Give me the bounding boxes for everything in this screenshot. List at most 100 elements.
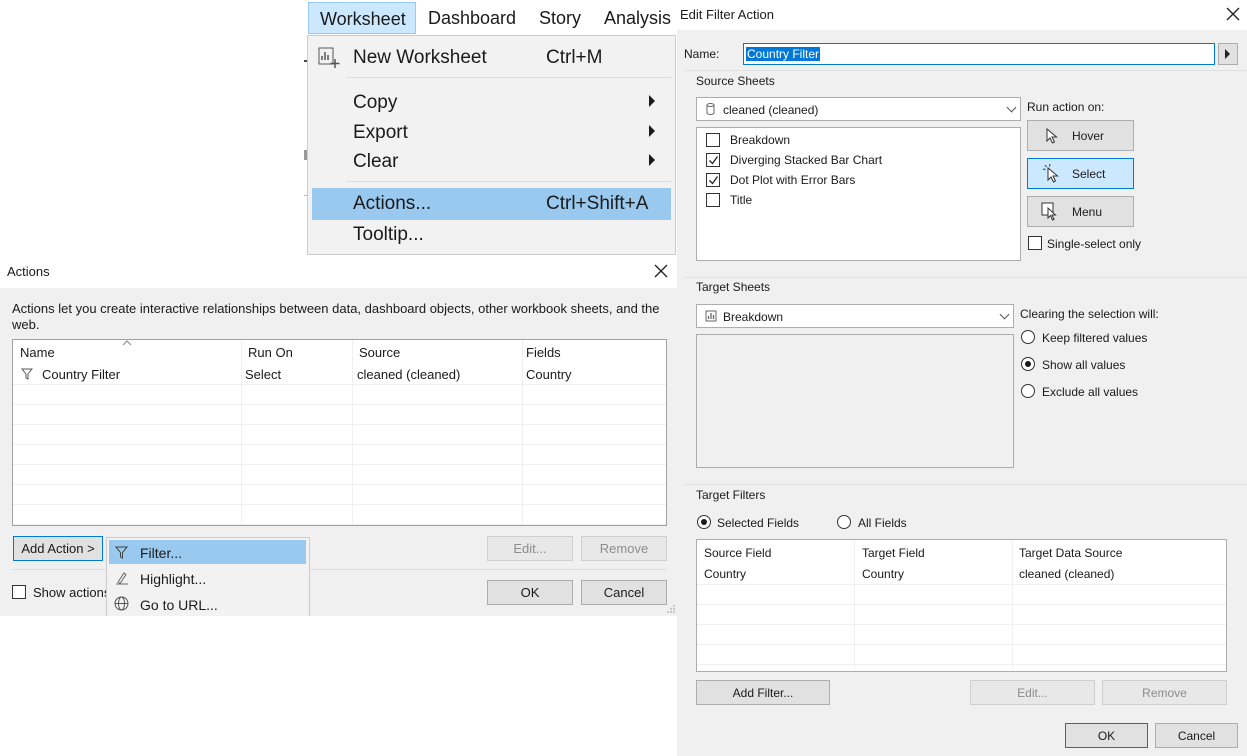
menu-analysis[interactable]: Analysis <box>604 8 671 29</box>
table-row <box>13 405 666 425</box>
menu-story[interactable]: Story <box>539 8 581 29</box>
exclude-all-values-radio[interactable] <box>1021 384 1035 398</box>
show-actions-checkbox[interactable] <box>12 585 26 599</box>
source-sheet-checkbox[interactable] <box>706 173 720 187</box>
target-filters-table: Source Field Target Field Target Data So… <box>696 539 1227 672</box>
edit-filter-label: Edit... <box>1017 685 1048 700</box>
filter-icon <box>21 368 33 380</box>
name-label: Name: <box>684 47 720 61</box>
target-sheet-dropdown[interactable]: Breakdown <box>696 304 1014 328</box>
keep-filtered-values-radio[interactable] <box>1021 330 1035 344</box>
table-row[interactable]: Country Filter Select cleaned (cleaned) … <box>13 364 666 385</box>
menu-worksheet-label: Worksheet <box>320 9 406 29</box>
source-sheet-checkbox[interactable] <box>706 133 720 147</box>
close-icon[interactable] <box>654 264 668 278</box>
clearing-label: Clearing the selection will: <box>1020 307 1159 321</box>
menu-item-new-worksheet[interactable]: New Worksheet Ctrl+M <box>312 42 671 74</box>
resize-grip-icon[interactable] <box>666 604 676 614</box>
select-button[interactable]: Select <box>1027 158 1134 189</box>
database-icon <box>706 103 715 115</box>
edit-filter-action-dialog: Edit Filter Action Name: Country Filter … <box>677 0 1247 756</box>
select-pointer-icon <box>1042 164 1059 183</box>
actions-cancel-button[interactable]: Cancel <box>581 580 667 605</box>
menu-item-copy[interactable]: Copy <box>312 87 671 119</box>
column-header-target-field[interactable]: Target Field <box>862 546 925 560</box>
name-field-value: Country Filter <box>746 47 821 61</box>
source-sheets-label: Source Sheets <box>696 74 775 88</box>
menu-item-actions[interactable]: Actions... Ctrl+Shift+A <box>312 188 671 220</box>
close-icon[interactable] <box>1226 7 1240 21</box>
menu-worksheet[interactable]: Worksheet <box>308 2 416 34</box>
menu-label: Menu <box>1072 205 1103 219</box>
actions-table: Name Run On Source Fields Country Filter… <box>12 339 667 526</box>
edit-label: Edit... <box>513 541 547 556</box>
menu-item-clear[interactable]: Clear <box>312 146 671 178</box>
cancel-label: Cancel <box>1177 728 1216 743</box>
export-label: Export <box>353 122 408 143</box>
keep-filtered-values-label: Keep filtered values <box>1042 331 1148 345</box>
table-row <box>13 465 666 485</box>
submenu-arrow-icon <box>649 95 655 107</box>
column-header-source[interactable]: Source <box>359 345 400 360</box>
submenu-arrow-icon <box>649 154 655 166</box>
target-sheets-group <box>684 277 1247 278</box>
add-action-button[interactable]: Add Action > <box>13 536 103 561</box>
remove-filter-button[interactable]: Remove <box>1102 680 1227 705</box>
go-to-url-label: Go to URL... <box>140 597 218 613</box>
show-all-values-radio[interactable] <box>1021 357 1035 371</box>
action-fields: Country <box>526 367 572 382</box>
menu-item-tooltip[interactable]: Tooltip... <box>312 219 671 251</box>
edit-filter-button[interactable]: Edit... <box>970 680 1095 705</box>
edit-action-button[interactable]: Edit... <box>487 536 573 561</box>
submenu-arrow-icon <box>649 125 655 137</box>
hover-label: Hover <box>1072 129 1105 143</box>
source-sheet-label: Breakdown <box>730 133 791 147</box>
table-row[interactable]: Country Country cleaned (cleaned) <box>697 564 1226 585</box>
insert-field-button[interactable] <box>1218 43 1238 65</box>
source-sheet-label: Title <box>730 193 753 207</box>
table-row <box>697 645 1226 665</box>
menu-item-go-to-url[interactable]: Go to URL... <box>109 592 306 616</box>
column-header-fields[interactable]: Fields <box>526 345 561 360</box>
action-source: cleaned (cleaned) <box>357 367 461 382</box>
filter-target-field: Country <box>862 567 905 581</box>
hover-button[interactable]: Hover <box>1027 120 1134 151</box>
remove-filter-label: Remove <box>1142 685 1187 700</box>
menu-separator <box>346 77 671 78</box>
new-worksheet-shortcut: Ctrl+M <box>546 47 603 68</box>
source-sheet-checkbox[interactable] <box>706 153 720 167</box>
single-select-only-checkbox[interactable] <box>1028 236 1042 250</box>
checkmark-icon <box>709 176 719 185</box>
menu-separator <box>346 181 671 182</box>
checkmark-icon <box>709 156 719 165</box>
menu-button[interactable]: Menu <box>1027 196 1134 227</box>
menu-item-filter[interactable]: Filter... <box>109 540 306 564</box>
column-header-source-field[interactable]: Source Field <box>704 546 771 560</box>
target-filters-label: Target Filters <box>696 488 766 502</box>
edit-filter-cancel-button[interactable]: Cancel <box>1155 723 1238 748</box>
table-row <box>13 445 666 465</box>
column-header-target-data-source[interactable]: Target Data Source <box>1019 546 1122 560</box>
globe-icon <box>114 596 129 611</box>
add-filter-button[interactable]: Add Filter... <box>696 680 830 705</box>
menu-dashboard[interactable]: Dashboard <box>428 8 516 29</box>
remove-action-button[interactable]: Remove <box>581 536 667 561</box>
column-header-run-on[interactable]: Run On <box>248 345 293 360</box>
source-datasource-dropdown[interactable]: cleaned (cleaned) <box>696 97 1021 121</box>
new-worksheet-label: New Worksheet <box>353 47 487 68</box>
menu-item-highlight[interactable]: Highlight... <box>109 566 306 590</box>
selected-fields-radio[interactable] <box>697 515 711 529</box>
source-sheet-checkbox[interactable] <box>706 193 720 207</box>
name-field[interactable]: Country Filter <box>743 43 1215 65</box>
all-fields-radio[interactable] <box>837 515 851 529</box>
column-header-name[interactable]: Name <box>20 345 55 360</box>
menu-item-export[interactable]: Export <box>312 117 671 149</box>
actions-titlebar: Actions <box>0 258 678 288</box>
table-row <box>697 605 1226 625</box>
show-actions-label: Show actions <box>33 585 111 600</box>
actions-ok-button[interactable]: OK <box>487 580 573 605</box>
edit-filter-ok-button[interactable]: OK <box>1065 723 1148 748</box>
filter-target-data-source: cleaned (cleaned) <box>1019 567 1115 581</box>
worksheet-icon <box>705 310 717 322</box>
arrow-right-icon <box>1225 49 1230 59</box>
